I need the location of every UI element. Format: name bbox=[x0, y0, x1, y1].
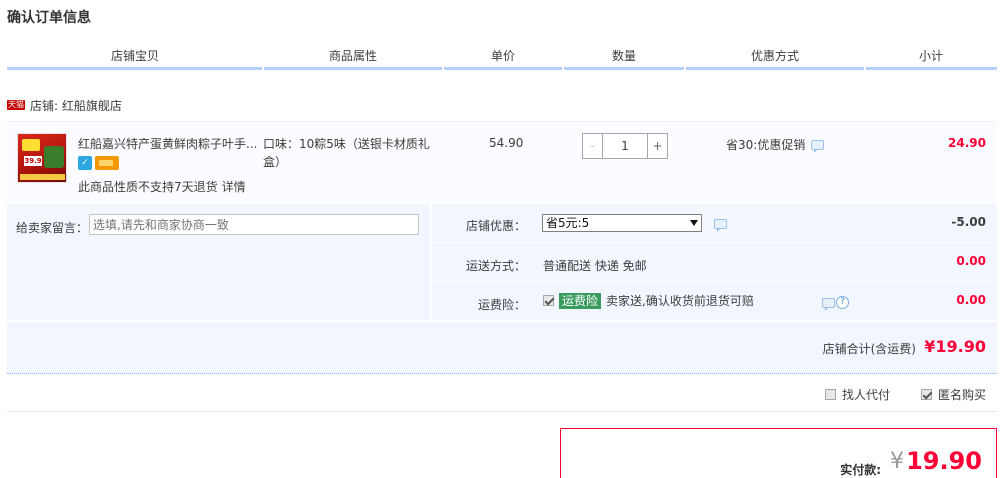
thumbnail-graphic bbox=[20, 174, 65, 180]
credit-card-icon[interactable] bbox=[95, 156, 119, 170]
header-bar bbox=[264, 67, 442, 70]
product-name-link[interactable]: 红船嘉兴特产蛋黄鲜肉粽子叶手... bbox=[78, 135, 258, 152]
detail-link[interactable]: 详情 bbox=[222, 180, 246, 194]
message-bubble-icon[interactable] bbox=[811, 139, 825, 153]
thumbnail-price-label: 39.9 bbox=[24, 156, 42, 166]
header-bar bbox=[7, 67, 262, 70]
dropdown-arrow-icon bbox=[690, 220, 698, 226]
shipping-label: 运送方式： bbox=[465, 259, 526, 273]
insurance-description: 卖家送,确认收货前退货可赔 bbox=[606, 294, 754, 308]
no-return-text: 此商品性质不支持7天退货 bbox=[78, 180, 218, 194]
header-bar bbox=[564, 67, 684, 70]
header-bar bbox=[866, 67, 997, 70]
insurance-label: 运费险： bbox=[477, 298, 526, 312]
product-attribute: 口味：10粽5味（送银卡材质礼盒） bbox=[263, 137, 430, 169]
order-options-panel: 店铺优惠： 省5元:5 -5.00 运送方式： 普通配送 快递 免邮 0.00 … bbox=[432, 204, 997, 320]
shop-discount-value: 省5元:5 bbox=[546, 216, 590, 230]
page-title: 确认订单信息 bbox=[7, 10, 91, 26]
anonymous-purchase-checkbox[interactable] bbox=[921, 389, 932, 400]
shop-header: 天猫 店铺: 红船旗舰店 bbox=[7, 96, 122, 114]
column-header-quantity: 数量 bbox=[611, 49, 636, 63]
no-return-notice: 此商品性质不支持7天退货 详情 bbox=[78, 178, 246, 195]
seller-message-input[interactable] bbox=[89, 214, 419, 235]
seller-message-label: 给卖家留言： bbox=[16, 221, 89, 235]
anonymous-purchase-label: 匿名购买 bbox=[938, 388, 987, 402]
shop-total-bar: 店铺合计(含运费) ¥19.90 bbox=[7, 322, 997, 374]
promotion-info: 省30:优惠促销 bbox=[726, 136, 825, 153]
service-badges: ✓ bbox=[78, 156, 119, 170]
order-item-row: 39.9 红船嘉兴特产蛋黄鲜肉粽子叶手... ✓ 此商品性质不支持7天退货 详情 … bbox=[7, 121, 997, 203]
anonymous-purchase-option[interactable]: 匿名购买 bbox=[921, 386, 986, 403]
pay-by-other-label: 找人代付 bbox=[842, 388, 891, 402]
divider bbox=[432, 281, 997, 282]
quantity-input[interactable] bbox=[603, 134, 647, 158]
header-bar bbox=[686, 67, 864, 70]
payment-amount: 19.90 bbox=[906, 447, 982, 475]
column-header-subtotal: 小计 bbox=[918, 49, 943, 63]
unit-price: 54.90 bbox=[489, 136, 524, 150]
shop-discount-amount: -5.00 bbox=[951, 215, 986, 229]
header-bar bbox=[444, 67, 562, 70]
divider bbox=[432, 242, 997, 243]
column-header-promo: 优惠方式 bbox=[750, 49, 799, 63]
thumbnail-graphic bbox=[44, 146, 64, 168]
promotion-text: 省30:优惠促销 bbox=[726, 138, 806, 152]
quantity-increase-button[interactable]: + bbox=[647, 134, 667, 158]
thumbnail-graphic bbox=[22, 139, 40, 151]
seller-message-panel: 给卖家留言： bbox=[7, 204, 430, 320]
product-thumbnail[interactable]: 39.9 bbox=[17, 133, 67, 183]
shipping-insurance: 运费险 卖家送,确认收货前退货可赔 bbox=[543, 292, 754, 309]
insurance-help-icons: ? bbox=[822, 296, 849, 311]
shipping-amount: 0.00 bbox=[956, 254, 986, 268]
shop-discount-select[interactable]: 省5元:5 bbox=[542, 214, 702, 232]
help-icon[interactable]: ? bbox=[836, 296, 849, 309]
payment-summary-box: 实付款: ¥ 19.90 bbox=[560, 428, 997, 478]
shop-name-link[interactable]: 店铺: 红船旗舰店 bbox=[30, 97, 122, 114]
payment-label: 实付款: bbox=[840, 463, 881, 477]
shipping-method: 普通配送 快递 免邮 bbox=[543, 259, 647, 273]
message-bubble-icon[interactable] bbox=[714, 219, 727, 232]
quantity-stepper: - + bbox=[582, 133, 668, 159]
shop-total-amount: ¥19.90 bbox=[924, 337, 986, 356]
item-subtotal: 24.90 bbox=[948, 136, 986, 150]
message-bubble-icon[interactable] bbox=[822, 297, 835, 311]
divider bbox=[7, 411, 997, 412]
column-header-attribute: 商品属性 bbox=[328, 49, 377, 63]
consumer-protection-icon[interactable]: ✓ bbox=[78, 156, 92, 170]
pay-by-other-option[interactable]: 找人代付 bbox=[825, 386, 890, 403]
insurance-tag: 运费险 bbox=[559, 292, 602, 309]
column-header-price: 单价 bbox=[490, 49, 515, 63]
insurance-amount: 0.00 bbox=[956, 293, 986, 307]
shop-total-label: 店铺合计(含运费) bbox=[822, 342, 916, 356]
tmall-badge-icon: 天猫 bbox=[7, 100, 25, 110]
column-header-item: 店铺宝贝 bbox=[110, 49, 159, 63]
quantity-decrease-button[interactable]: - bbox=[583, 134, 603, 158]
currency-symbol: ¥ bbox=[890, 449, 904, 474]
insurance-checkbox[interactable] bbox=[543, 295, 554, 306]
pay-by-other-checkbox[interactable] bbox=[825, 389, 836, 400]
shop-discount-label: 店铺优惠： bbox=[465, 219, 526, 233]
